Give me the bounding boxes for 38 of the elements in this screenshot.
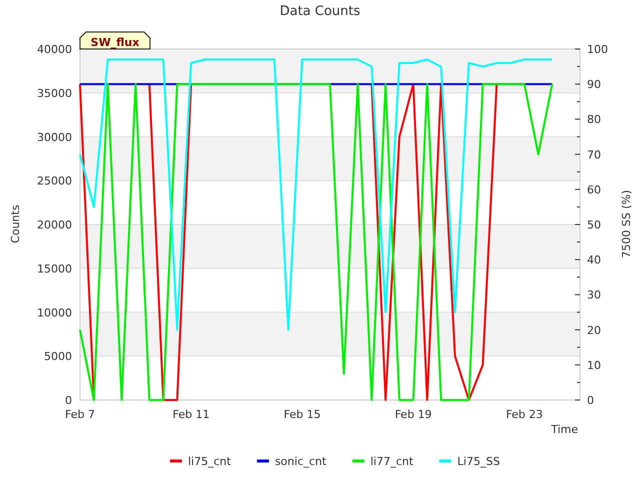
legend-swatch	[352, 460, 364, 462]
badge-tag: SW_flux	[80, 32, 150, 50]
y-axis-title: 7500 SS (%)	[620, 190, 633, 258]
y-axis-tick-label: 35000	[37, 86, 72, 100]
y-axis-tick-label: 30	[587, 288, 601, 302]
y-axis-tick-label: 80	[587, 113, 601, 126]
x-axis-tick-label: Feb 19	[394, 408, 432, 421]
y-axis-tick-label: 90	[587, 78, 601, 92]
legend-swatch	[256, 460, 269, 462]
y-axis-tick-label: 40	[587, 254, 601, 267]
y-axis-tick-label: 100	[587, 43, 608, 56]
y-axis-tick-label: 60	[587, 183, 601, 196]
y-axis-tick-label: 0	[65, 394, 72, 407]
y-axis-tick-label: 20	[587, 324, 601, 337]
x-axis-tick-label: Feb 11	[172, 408, 210, 421]
y-axis-tick-label: 10	[587, 358, 601, 372]
y-axis-tick-label: 15000	[37, 262, 72, 276]
legend-label: sonic_cnt	[274, 455, 326, 468]
legend-label: li75_cnt	[188, 455, 231, 468]
y-axis-tick-label: 70	[587, 148, 601, 162]
legend-swatch	[439, 460, 452, 462]
y-axis-tick-label: 10000	[37, 306, 72, 320]
y-axis-tick-label: 20000	[37, 218, 72, 232]
y-axis-title: Counts	[9, 204, 22, 244]
x-axis-tick-label: Feb 15	[284, 408, 321, 421]
y-axis-tick-label: 0	[587, 394, 594, 407]
y-axis-tick-label: 40000	[37, 43, 72, 56]
legend-label: Li75_SS	[457, 455, 500, 468]
y-axis-tick-label: 50	[587, 218, 601, 232]
y-axis-tick-label: 25000	[37, 174, 72, 188]
y-axis-tick-label: 5000	[44, 350, 72, 364]
x-axis-tick-label: Feb 23	[506, 408, 543, 421]
legend-label: li77_cnt	[370, 455, 414, 468]
chart-title: Data Counts	[280, 4, 360, 19]
x-axis-tick-label: Feb 7	[65, 408, 95, 421]
y-axis-tick-label: 30000	[37, 130, 72, 144]
x-axis-title: Time	[551, 423, 578, 436]
legend-swatch	[170, 460, 182, 462]
